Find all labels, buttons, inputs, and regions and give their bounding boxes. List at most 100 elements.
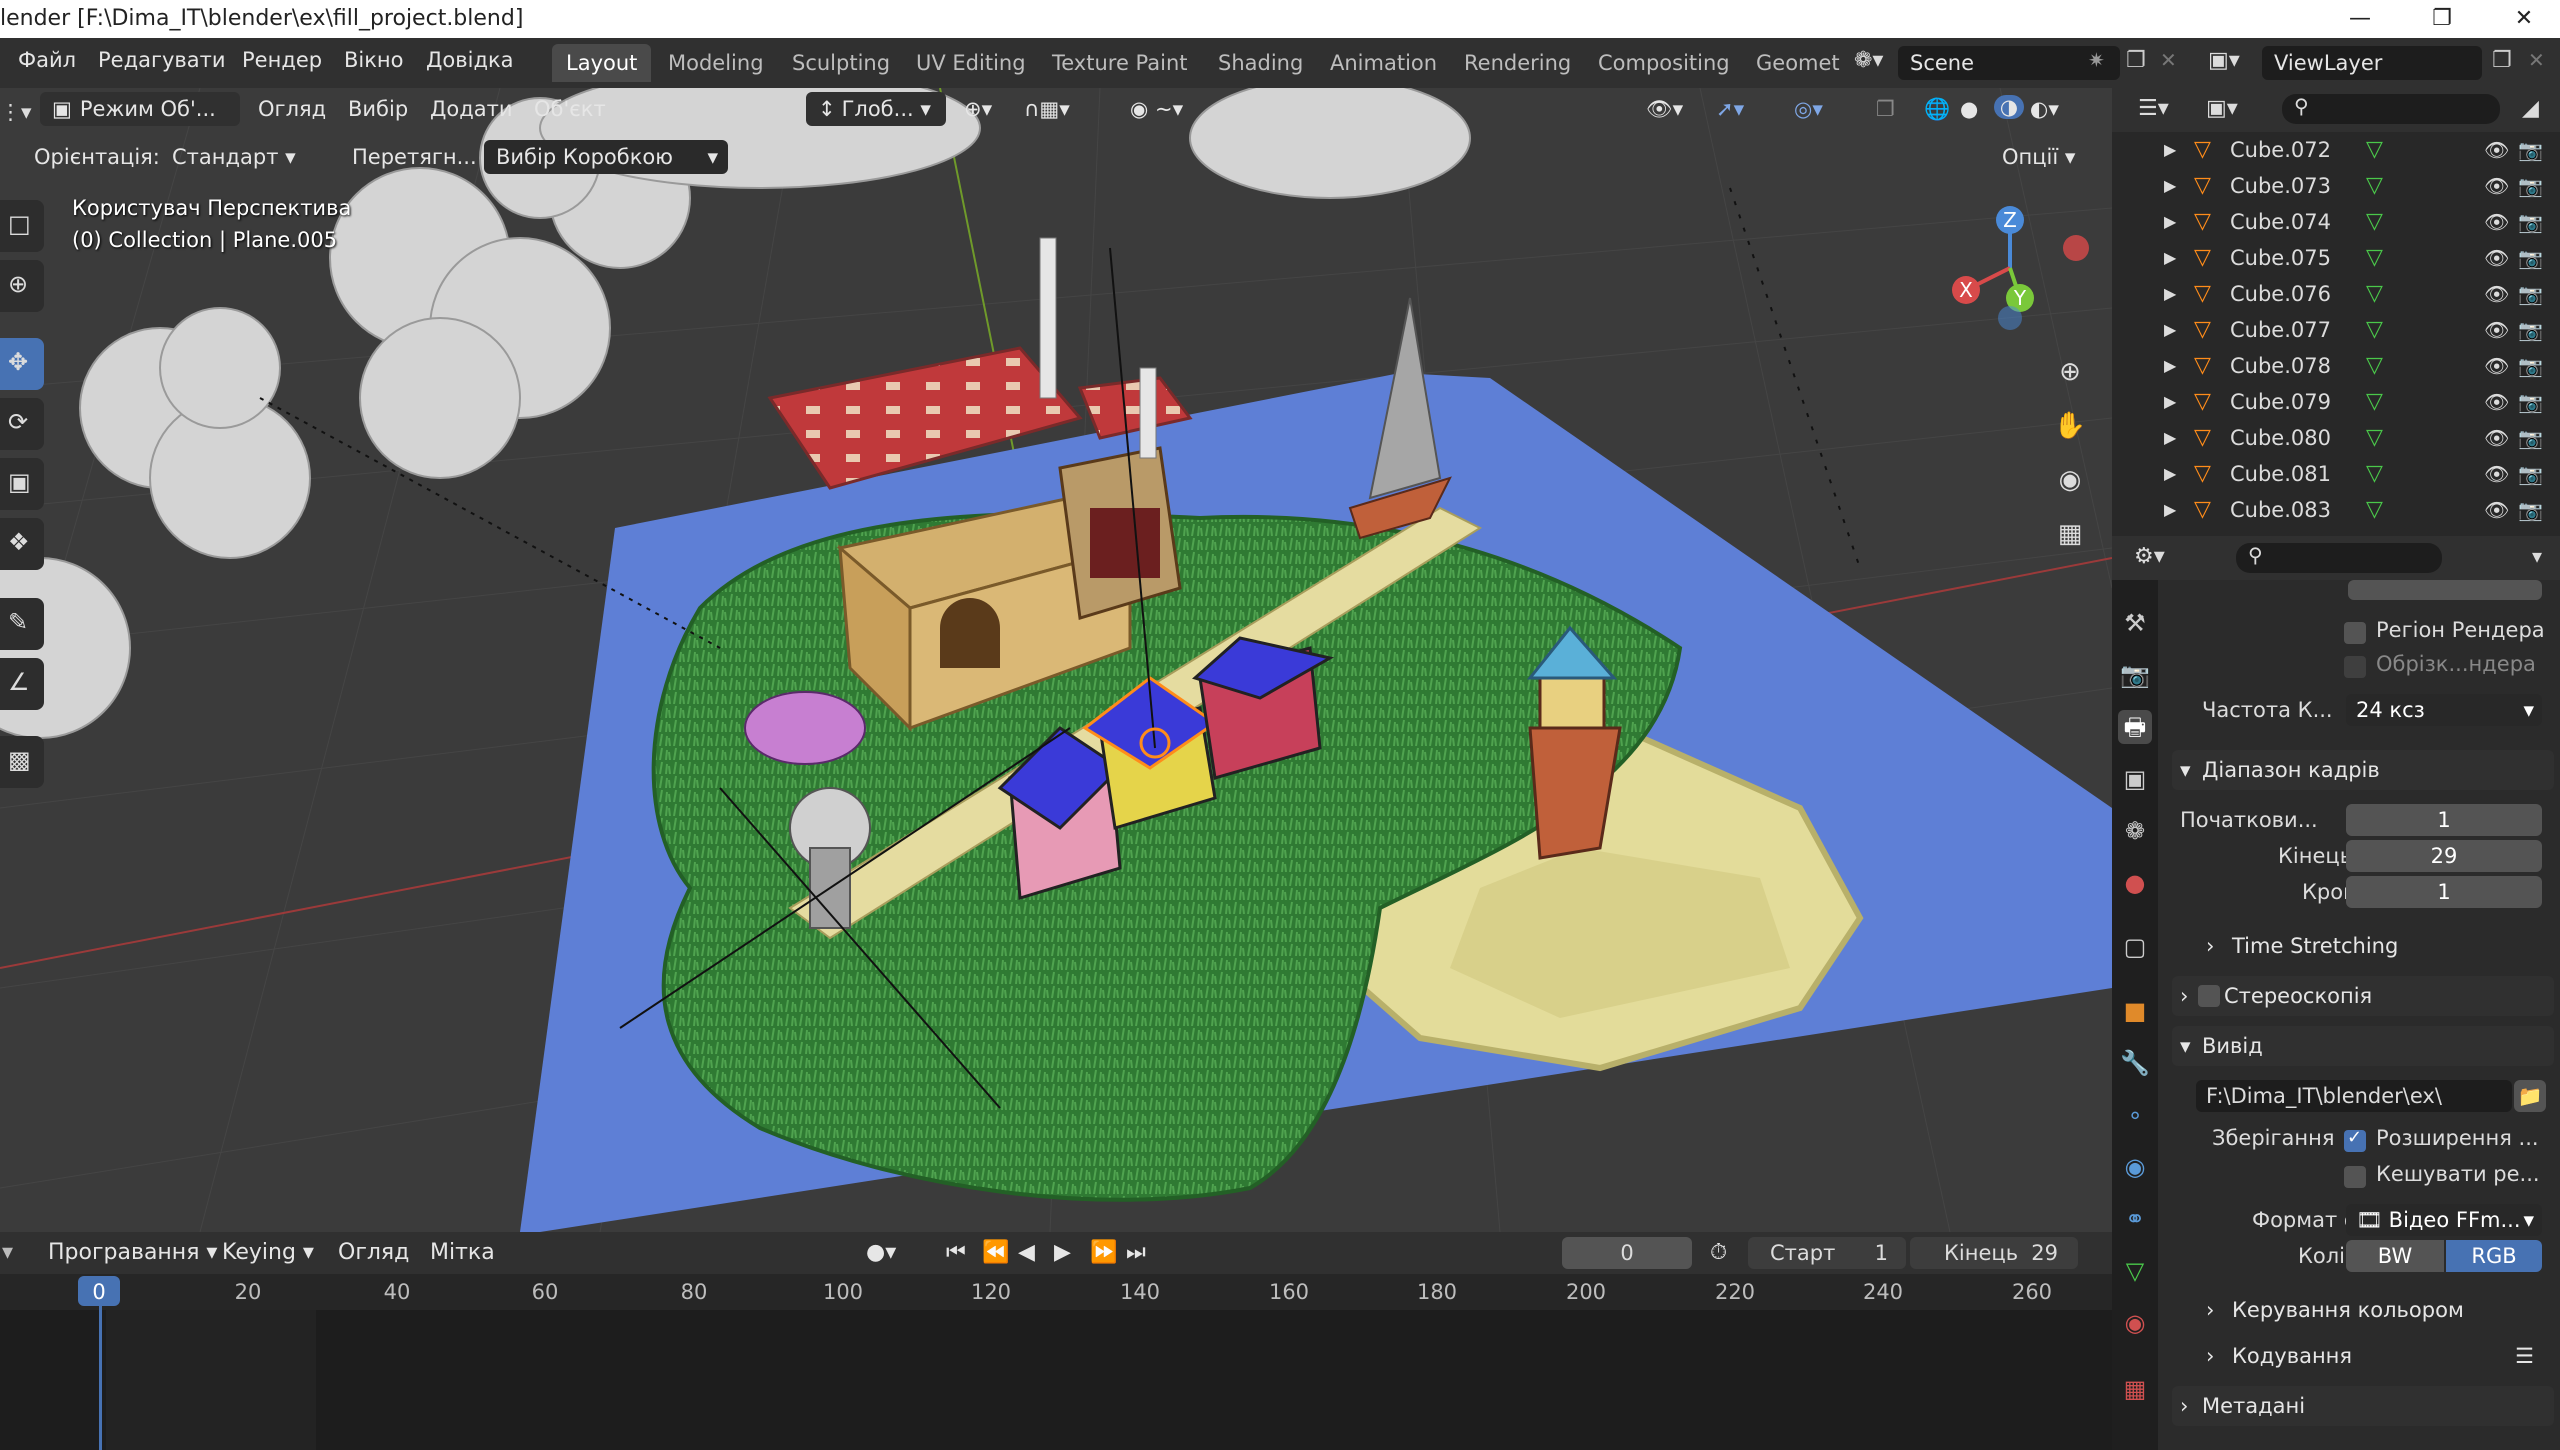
end-frame-field[interactable]: Кінець 29 [1910,1237,2078,1269]
eye-icon[interactable]: 👁 [2484,420,2509,456]
pin-icon[interactable]: ✷ [2088,48,2105,72]
rendered-shading-icon[interactable]: ◐▾ [2030,97,2059,121]
output-panel-header[interactable]: ▾ Вивід [2172,1026,2554,1066]
expand-arrow-icon[interactable]: ▶ [2164,348,2176,384]
world-tab-icon[interactable]: ● [2118,866,2152,900]
texture-tab-icon[interactable]: ▦ [2118,1372,2152,1406]
camera-icon[interactable]: 📷 [2518,132,2543,168]
physics-tab-icon[interactable]: ◉ [2118,1150,2152,1184]
outliner[interactable]: ☰▾ ▣▾ ⚲ ◢ ▶ ▽ Cube.072 ▽ 👁 📷 ▶ ▽ Cube.073 ▽ 👁 📷 ▶ ▽ Cu… [2112,88,2560,558]
mode-dropdown[interactable]: ▣ Режим Об'... [40,92,240,126]
filter-icon[interactable]: ◢ [2522,96,2539,121]
color-rgb-button[interactable]: RGB [2446,1240,2542,1272]
tab-layout[interactable]: Layout [552,44,652,82]
timeline-editor-icon[interactable]: ▾ [2,1240,13,1265]
maximize-icon[interactable]: ❐ [2410,0,2474,38]
playback-menu[interactable]: Програвання ▾ [48,1240,217,1265]
proportional-editing-icon[interactable]: ◉ ∼▾ [1130,97,1183,121]
camera-icon[interactable]: 📷 [2518,312,2543,348]
render-tab-icon[interactable]: 📷 [2118,658,2152,692]
select-box-tool[interactable]: □ [0,200,44,252]
menu-window[interactable]: Вікно [344,48,404,72]
expand-arrow-icon[interactable]: ▶ [2164,168,2176,204]
frame-range-panel-header[interactable]: ▾ Діапазон кадрів [2172,750,2554,790]
outliner-editor-icon[interactable]: ☰▾ [2138,96,2169,121]
orientation-dropdown[interactable]: Стандарт ▾ [160,140,338,174]
collection-tab-icon[interactable]: ▢ [2118,930,2152,964]
eye-icon[interactable]: 👁 [2484,168,2509,204]
pan-hand-icon[interactable]: ✋ [2048,404,2092,448]
eye-icon[interactable]: 👁 [2484,204,2509,240]
snap-icon[interactable]: ∩▦▾ [1024,97,1070,121]
camera-icon[interactable]: 📷 [2518,384,2543,420]
material-tab-icon[interactable]: ◉ [2118,1306,2152,1340]
render-region-checkbox[interactable] [2344,622,2366,644]
file-format-dropdown[interactable]: 🎞 Відео FFm... ▾ [2346,1204,2542,1236]
view-layer-field[interactable]: ViewLayer [2262,46,2482,80]
tab-sculpting[interactable]: Sculpting [778,44,904,82]
scene-selector-icon[interactable]: ❁▾ [1854,48,1883,73]
viewport-menu-view[interactable]: Огляд [258,97,326,121]
keying-menu[interactable]: Keying ▾ [222,1240,314,1265]
expand-arrow-icon[interactable]: ▶ [2164,384,2176,420]
outliner-row[interactable]: ▶ ▽ Cube.081 ▽ 👁 📷 [2112,456,2560,492]
outliner-row[interactable]: ▶ ▽ Cube.075 ▽ 👁 📷 [2112,240,2560,276]
delete-scene-icon[interactable]: ✕ [2160,48,2177,72]
pivot-icon[interactable]: ⊕▾ [964,97,992,121]
mesh-data-icon[interactable]: ▽ [2366,456,2383,492]
add-cube-tool[interactable]: ▩ [0,736,44,788]
chevron-down-icon[interactable]: ▾ [2532,544,2542,568]
eye-icon[interactable]: 👁 [2484,456,2509,492]
jump-end-icon[interactable]: ⏭ [1126,1240,1146,1265]
outliner-row[interactable]: ▶ ▽ Cube.080 ▽ 👁 📷 [2112,420,2560,456]
new-scene-icon[interactable]: ❐ [2126,48,2146,73]
outliner-row[interactable]: ▶ ▽ Cube.079 ▽ 👁 📷 [2112,384,2560,420]
data-tab-icon[interactable]: ▽ [2118,1254,2152,1288]
zoom-icon[interactable]: ⊕ [2048,350,2092,394]
tab-compositing[interactable]: Compositing [1584,44,1744,82]
prev-keyframe-icon[interactable]: ⏪ [982,1240,1009,1265]
file-extension-checkbox[interactable]: ✓ [2344,1127,2366,1152]
menu-help[interactable]: Довідка [426,48,514,72]
play-icon[interactable]: ▶ [1054,1240,1071,1265]
camera-icon[interactable]: 📷 [2518,492,2543,528]
timeline-view-menu[interactable]: Огляд [338,1240,409,1265]
view-layer-tab-icon[interactable]: ▣ [2118,762,2152,796]
metadata-panel-header[interactable]: › Метадані [2172,1386,2554,1426]
options-dropdown[interactable]: Опції ▾ [1990,140,2096,174]
output-path-input[interactable]: F:\Dima_IT\blender\ex\ [2196,1080,2512,1112]
mesh-data-icon[interactable]: ▽ [2366,240,2383,276]
expand-arrow-icon[interactable]: ▶ [2164,420,2176,456]
color-management-subpanel[interactable]: › Керування кольором [2202,1290,2554,1330]
scale-tool[interactable]: ▣ [0,458,44,510]
color-bw-button[interactable]: BW [2346,1240,2444,1272]
camera-icon[interactable]: 📷 [2518,240,2543,276]
outliner-row[interactable]: ▶ ▽ Cube.074 ▽ 👁 📷 [2112,204,2560,240]
mesh-data-icon[interactable]: ▽ [2366,348,2383,384]
new-view-layer-icon[interactable]: ❐ [2492,48,2512,73]
tab-rendering[interactable]: Rendering [1450,44,1585,82]
camera-icon[interactable]: 📷 [2518,276,2543,312]
tab-geometry[interactable]: Geomet [1742,44,1854,82]
timeline-marker-menu[interactable]: Мітка [430,1240,495,1265]
output-tab-icon[interactable]: 🖶 [2118,710,2152,744]
crop-checkbox[interactable] [2344,656,2366,678]
camera-view-icon[interactable]: ◉ [2048,458,2092,502]
viewport-3d[interactable]: ⋮▾ ▣ Режим Об'... Огляд Вибір Додати Об'є… [0,88,2112,1232]
outliner-search-input[interactable]: ⚲ [2282,94,2500,124]
frame-ruler[interactable]: 0 20 40 60 80 100 120 140 160 180 200 22… [0,1274,2112,1310]
properties-editor[interactable]: ⚙▾ ⚲ ▾ ⚒ 📷 🖶 ▣ ❁ ● ▢ ■ 🔧 ∘ ◉ ⚭ ▽ ◉ ▦ Рег… [2112,536,2560,1450]
rotate-tool[interactable]: ⟳ [0,398,44,450]
resolution-scale-field[interactable] [2348,580,2542,600]
constraints-tab-icon[interactable]: ⚭ [2118,1202,2152,1236]
camera-icon[interactable]: 📷 [2518,456,2543,492]
scene-name-field[interactable]: Scene [1898,46,2120,80]
transform-tool[interactable]: ❖ [0,518,44,570]
tab-uv-editing[interactable]: UV Editing [902,44,1040,82]
play-reverse-icon[interactable]: ◀ [1018,1240,1035,1265]
gizmo-toggle-icon[interactable]: ➚▾ [1716,97,1744,121]
drag-dropdown[interactable]: Вибір Коробкою ▾ [484,140,728,174]
tab-modeling[interactable]: Modeling [654,44,778,82]
transform-orientation-dropdown[interactable]: ↕ Глоб... ▾ [806,92,946,126]
camera-icon[interactable]: 📷 [2518,348,2543,384]
